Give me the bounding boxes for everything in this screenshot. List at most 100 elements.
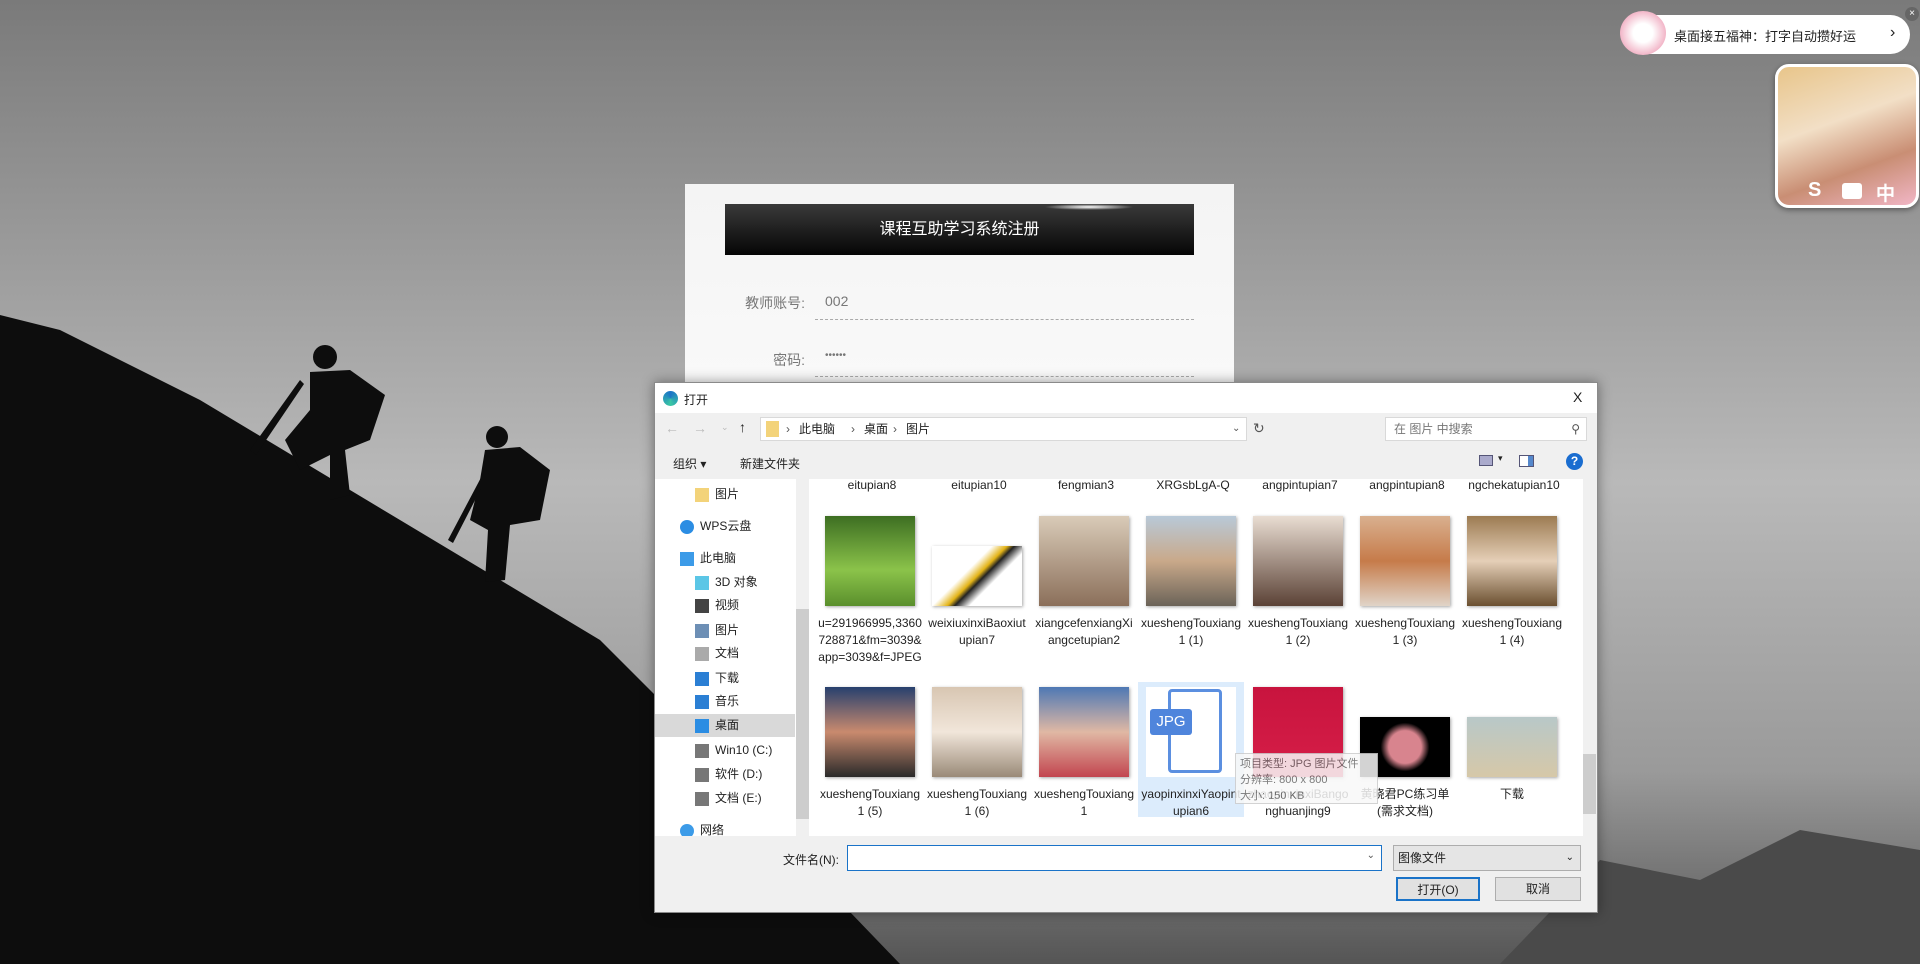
file-item[interactable]: 下载 <box>1459 682 1565 817</box>
nav-scroll-thumb[interactable] <box>796 609 809 819</box>
account-label: 教师账号: <box>745 295 805 311</box>
file-item[interactable]: u=291966995,3360728871&fm=3039&app=3039&… <box>817 511 923 671</box>
file-name: yaopinxinxiYaopintupian6 <box>1141 787 1241 818</box>
nav-item[interactable]: 图片 <box>655 619 795 642</box>
folder-icon <box>766 421 779 437</box>
file-item[interactable]: xueshengTouxiang1 (1) <box>1138 511 1244 671</box>
chevron-down-icon: ⌄ <box>1565 852 1574 863</box>
files-scrollbar[interactable] <box>1583 479 1596 836</box>
skin-shirt-icon <box>1842 183 1862 199</box>
download-icon <box>695 671 709 686</box>
file-item[interactable]: xueshengTouxiang1 (3) <box>1352 511 1458 671</box>
new-folder-button[interactable]: 新建文件夹 <box>740 455 800 472</box>
breadcrumb-separator: › <box>851 422 855 436</box>
password-input[interactable]: •••••• <box>825 350 846 361</box>
ime-banner[interactable]: 桌面接五福神：打字自动攒好运 › <box>1620 11 1910 55</box>
password-underline <box>815 376 1194 377</box>
refresh-icon[interactable]: ↻ <box>1253 420 1265 437</box>
help-icon[interactable]: ? <box>1566 453 1583 470</box>
nav-item[interactable]: WPS云盘 <box>655 515 795 538</box>
file-label-partial[interactable]: angpintupian8 <box>1355 479 1459 494</box>
filename-input[interactable]: ⌄ <box>847 845 1382 871</box>
fortune-mascot-icon <box>1620 11 1666 55</box>
nav-item-label: 下载 <box>715 671 740 685</box>
file-item[interactable]: xueshengTouxiang1 (4) <box>1459 511 1565 671</box>
file-name: xueshengTouxiang1 (1) <box>1140 616 1242 647</box>
nav-item[interactable]: 软件 (D:) <box>655 763 795 786</box>
nav-item[interactable]: 此电脑 <box>655 547 795 570</box>
network-icon <box>680 823 694 836</box>
close-icon[interactable]: × <box>1905 7 1919 21</box>
cancel-button[interactable]: 取消 <box>1495 877 1581 901</box>
search-icon: ⚲ <box>1571 422 1580 436</box>
address-bar[interactable]: › 此电脑 › 桌面 › 图片 ⌄ <box>760 417 1247 441</box>
file-item[interactable]: xiangcefenxiangXiangcetupian2 <box>1031 511 1137 671</box>
nav-item-label: 音乐 <box>715 694 740 708</box>
file-item[interactable]: xueshengTouxiang1 (6) <box>924 682 1030 818</box>
chevron-right-icon[interactable]: › <box>1890 24 1895 42</box>
recent-dropdown-icon[interactable]: ⌄ <box>721 422 729 433</box>
nav-item[interactable]: 3D 对象 <box>655 571 795 594</box>
nav-item[interactable]: 文档 (E:) <box>655 787 795 810</box>
nav-item[interactable]: 桌面 <box>655 714 795 737</box>
file-label-partial[interactable]: eitupian8 <box>820 479 924 494</box>
file-label-partial[interactable]: ngchekatupian10 <box>1462 479 1566 494</box>
file-item[interactable]: JPG yaopinxinxiYaopintupian6 <box>1138 682 1244 818</box>
account-input[interactable]: 002 <box>825 293 848 309</box>
nav-item-label: 网络 <box>700 823 725 836</box>
forward-arrow-icon[interactable]: → <box>693 420 707 436</box>
file-name: xueshengTouxiang1 (6) <box>926 787 1028 818</box>
ime-skin-card[interactable]: S 中 <box>1775 64 1919 208</box>
image-thumbnail <box>825 687 915 777</box>
image-thumbnail <box>932 546 1022 606</box>
image-thumbnail <box>1146 516 1236 606</box>
up-arrow-icon[interactable]: ↑ <box>739 419 746 435</box>
navigation-pane: 图片 WPS云盘 此电脑 3D 对象 视频 图片 文档 下载 音乐 桌面 Win10 (C:) 软件 … <box>655 479 809 836</box>
filename-label: 文件名(N): <box>783 853 839 867</box>
close-button[interactable]: X <box>1573 389 1582 405</box>
nav-item[interactable]: 下载 <box>655 667 795 690</box>
breadcrumb-this-pc[interactable]: 此电脑 <box>799 418 835 440</box>
file-name: u=291966995,3360728871&fm=3039&app=3039&… <box>818 616 922 664</box>
file-name: xiangcefenxiangXiangcetupian2 <box>1035 616 1133 647</box>
dialog-title: 打开 <box>684 393 709 407</box>
nav-item[interactable]: 网络 <box>655 819 795 836</box>
nav-item[interactable]: 图片 <box>655 483 795 506</box>
address-dropdown-icon[interactable]: ⌄ <box>1232 418 1240 440</box>
breadcrumb-pictures[interactable]: 图片 <box>906 418 930 440</box>
back-arrow-icon[interactable]: ← <box>665 420 679 436</box>
preview-pane-icon[interactable] <box>1519 455 1534 467</box>
nav-item-label: 此电脑 <box>700 551 737 565</box>
filetype-value: 图像文件 <box>1398 851 1447 865</box>
view-dropdown-icon[interactable]: ▾ <box>1498 453 1503 464</box>
folder-icon <box>695 487 709 502</box>
file-item[interactable]: xueshengTouxiang1 (5) <box>817 682 923 818</box>
file-item[interactable]: xueshengTouxiang1 (2) <box>1245 511 1351 671</box>
view-options-icon[interactable] <box>1479 455 1493 466</box>
tooltip-type: 项目类型: JPG 图片文件 <box>1240 758 1359 770</box>
jpg-file-icon: JPG <box>1146 687 1236 777</box>
filename-dropdown-icon[interactable]: ⌄ <box>1367 850 1375 861</box>
file-item[interactable]: weixiuxinxiBaoxiutupian7 <box>924 511 1030 671</box>
organize-menu[interactable]: 组织 ▾ <box>673 455 706 472</box>
file-label-partial[interactable]: fengmian3 <box>1034 479 1138 494</box>
drive-icon <box>695 767 709 782</box>
search-placeholder: 在 图片 中搜索 <box>1394 422 1473 436</box>
nav-item[interactable]: Win10 (C:) <box>655 739 795 762</box>
open-button[interactable]: 打开(O) <box>1396 877 1480 901</box>
nav-item-label: 3D 对象 <box>715 575 758 589</box>
file-item[interactable]: xueshengTouxiang1 <box>1031 682 1137 818</box>
files-scroll-thumb[interactable] <box>1583 754 1596 814</box>
breadcrumb-desktop[interactable]: 桌面 <box>864 418 888 440</box>
drive-icon <box>695 791 709 806</box>
nav-item[interactable]: 文档 <box>655 642 795 665</box>
nav-item[interactable]: 音乐 <box>655 690 795 713</box>
search-input[interactable]: 在 图片 中搜索 ⚲ <box>1385 417 1587 441</box>
filetype-select[interactable]: 图像文件 ⌄ <box>1393 845 1581 871</box>
file-label-partial[interactable]: eitupian10 <box>927 479 1031 494</box>
nav-item[interactable]: 视频 <box>655 594 795 617</box>
nav-scrollbar[interactable] <box>796 479 809 836</box>
image-thumbnail <box>1039 687 1129 777</box>
file-label-partial[interactable]: angpintupian7 <box>1248 479 1352 494</box>
file-label-partial[interactable]: XRGsbLgA-Q <box>1141 479 1245 494</box>
